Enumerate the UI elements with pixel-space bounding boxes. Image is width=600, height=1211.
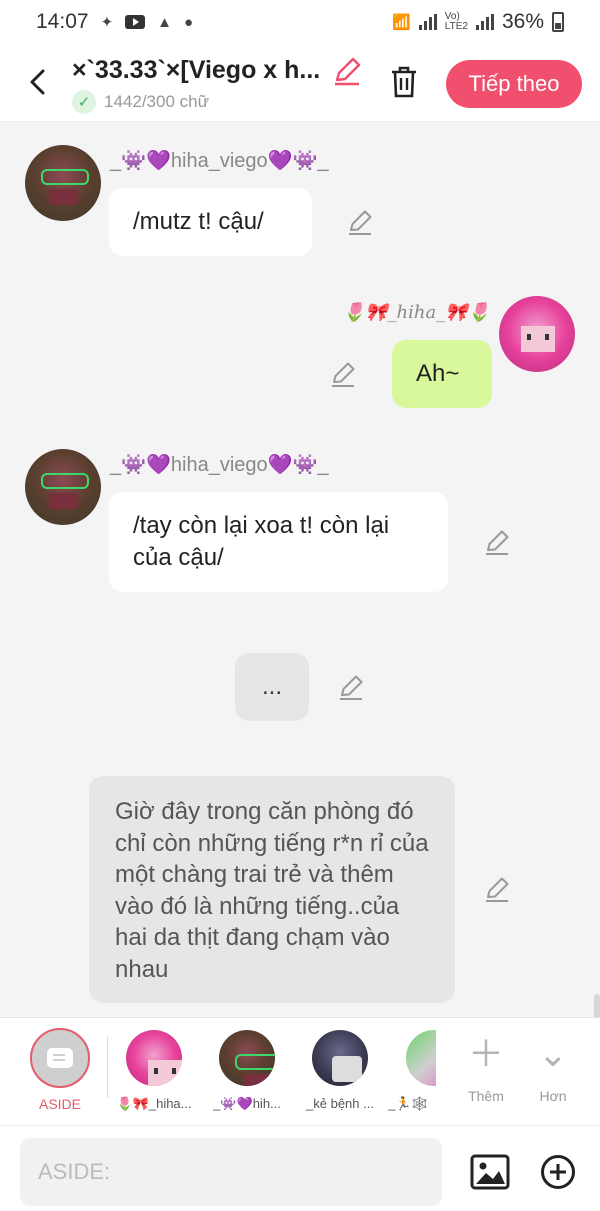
signal-icon-2	[475, 14, 494, 30]
message-bubble[interactable]: Ah~	[392, 340, 492, 408]
edit-message-button[interactable]	[329, 360, 357, 388]
image-button[interactable]	[470, 1154, 510, 1190]
avatar[interactable]	[25, 145, 101, 221]
pencil-icon	[332, 362, 355, 387]
avatar	[219, 1030, 275, 1086]
character-name: _👾💜hih...	[213, 1096, 281, 1111]
avatar	[312, 1030, 368, 1086]
character-name: _🏃🕸️	[388, 1096, 428, 1111]
chevron-left-icon	[30, 69, 45, 95]
image-icon	[470, 1154, 510, 1190]
avatar	[406, 1030, 436, 1086]
more-label: Hơn	[539, 1088, 567, 1104]
edit-message-button[interactable]	[337, 673, 365, 701]
edit-message-button[interactable]	[483, 528, 511, 556]
chat-bubble-icon	[47, 1048, 73, 1068]
character-name: _kẻ bệnh ...	[306, 1096, 374, 1111]
plus-icon: ＋	[467, 1033, 504, 1074]
pencil-icon	[340, 675, 363, 700]
pencil-icon	[486, 877, 509, 902]
story-title[interactable]: ×`33.33`×[Viego x h...	[72, 56, 332, 85]
editor-header: ×`33.33`×[Viego x h... ✓ 1442/300 chữ Ti…	[0, 44, 600, 122]
sender-name: _👾💜hiha_viego💜👾_	[110, 150, 329, 172]
status-bar: 14:07 ✦ ▲ ● 📶 Vo) LTE2 36%	[0, 0, 600, 44]
edit-message-button[interactable]	[483, 875, 511, 903]
plus-circle-icon	[541, 1155, 575, 1189]
pencil-icon	[335, 57, 361, 86]
delete-button[interactable]	[388, 64, 420, 100]
mm-icon: ▲	[157, 13, 172, 31]
character-item[interactable]: 🌷🎀_hiha...	[110, 1030, 198, 1112]
message-bubble[interactable]: ...	[235, 653, 309, 721]
chat-area[interactable]: _👾💜hiha_viego💜👾_ /mutz t! cậu/ 🌷🎀_hiha_🎀…	[0, 122, 600, 1017]
dot-icon: ●	[184, 13, 194, 31]
add-label: Thêm	[468, 1088, 504, 1104]
aside-label: ASIDE	[38, 1096, 81, 1112]
sender-name: 🌷🎀_hiha_🎀🌷	[342, 302, 490, 323]
wifi-icon: 📶	[392, 14, 411, 31]
edit-message-button[interactable]	[346, 208, 374, 236]
message-input[interactable]	[20, 1138, 442, 1206]
battery-icon	[552, 12, 564, 32]
message-bubble[interactable]: /tay còn lại xoa t! còn lại của cậu/	[109, 492, 448, 592]
narration-bubble[interactable]: Giờ đây trong căn phòng đó chỉ còn những…	[89, 776, 455, 1003]
avatar[interactable]	[25, 449, 101, 525]
battery-percent: 36%	[501, 10, 544, 33]
sender-name: _👾💜hiha_viego💜👾_	[110, 454, 329, 476]
edit-title-button[interactable]	[332, 56, 362, 86]
chevron-down-icon: ⌄	[537, 1033, 569, 1074]
avatar	[126, 1030, 182, 1086]
character-item[interactable]: _👾💜hih...	[203, 1030, 291, 1112]
divider	[107, 1036, 108, 1098]
back-button[interactable]	[22, 62, 52, 102]
word-counter: ✓ 1442/300 chữ	[72, 90, 209, 114]
character-name: 🌷🎀_hiha...	[116, 1096, 192, 1111]
sparkle-icon: ✦	[100, 14, 114, 31]
pencil-icon	[486, 530, 509, 555]
character-bar: ASIDE 🌷🎀_hiha... _👾💜hih... _kẻ bệnh ... …	[0, 1017, 600, 1125]
trash-icon	[392, 66, 416, 98]
next-button[interactable]: Tiếp theo	[446, 60, 582, 108]
pencil-icon	[349, 210, 372, 235]
volte-icon: Vo) LTE2	[444, 11, 468, 32]
add-button[interactable]	[540, 1154, 576, 1190]
character-item[interactable]: _kẻ bệnh ...	[296, 1030, 384, 1111]
character-item[interactable]: _🏃🕸️	[380, 1030, 436, 1112]
check-icon: ✓	[72, 90, 96, 114]
message-bubble[interactable]: /mutz t! cậu/	[109, 188, 312, 256]
more-button[interactable]: ⌄ Hơn	[525, 1032, 581, 1104]
word-count-text: 1442/300 chữ	[104, 92, 209, 111]
aside-button[interactable]	[30, 1028, 90, 1088]
input-bar	[0, 1125, 600, 1211]
status-time: 14:07	[36, 10, 89, 33]
youtube-icon	[125, 15, 146, 29]
signal-icon	[418, 14, 437, 30]
add-character-button[interactable]: ＋ Thêm	[458, 1032, 514, 1104]
avatar[interactable]	[499, 296, 575, 372]
